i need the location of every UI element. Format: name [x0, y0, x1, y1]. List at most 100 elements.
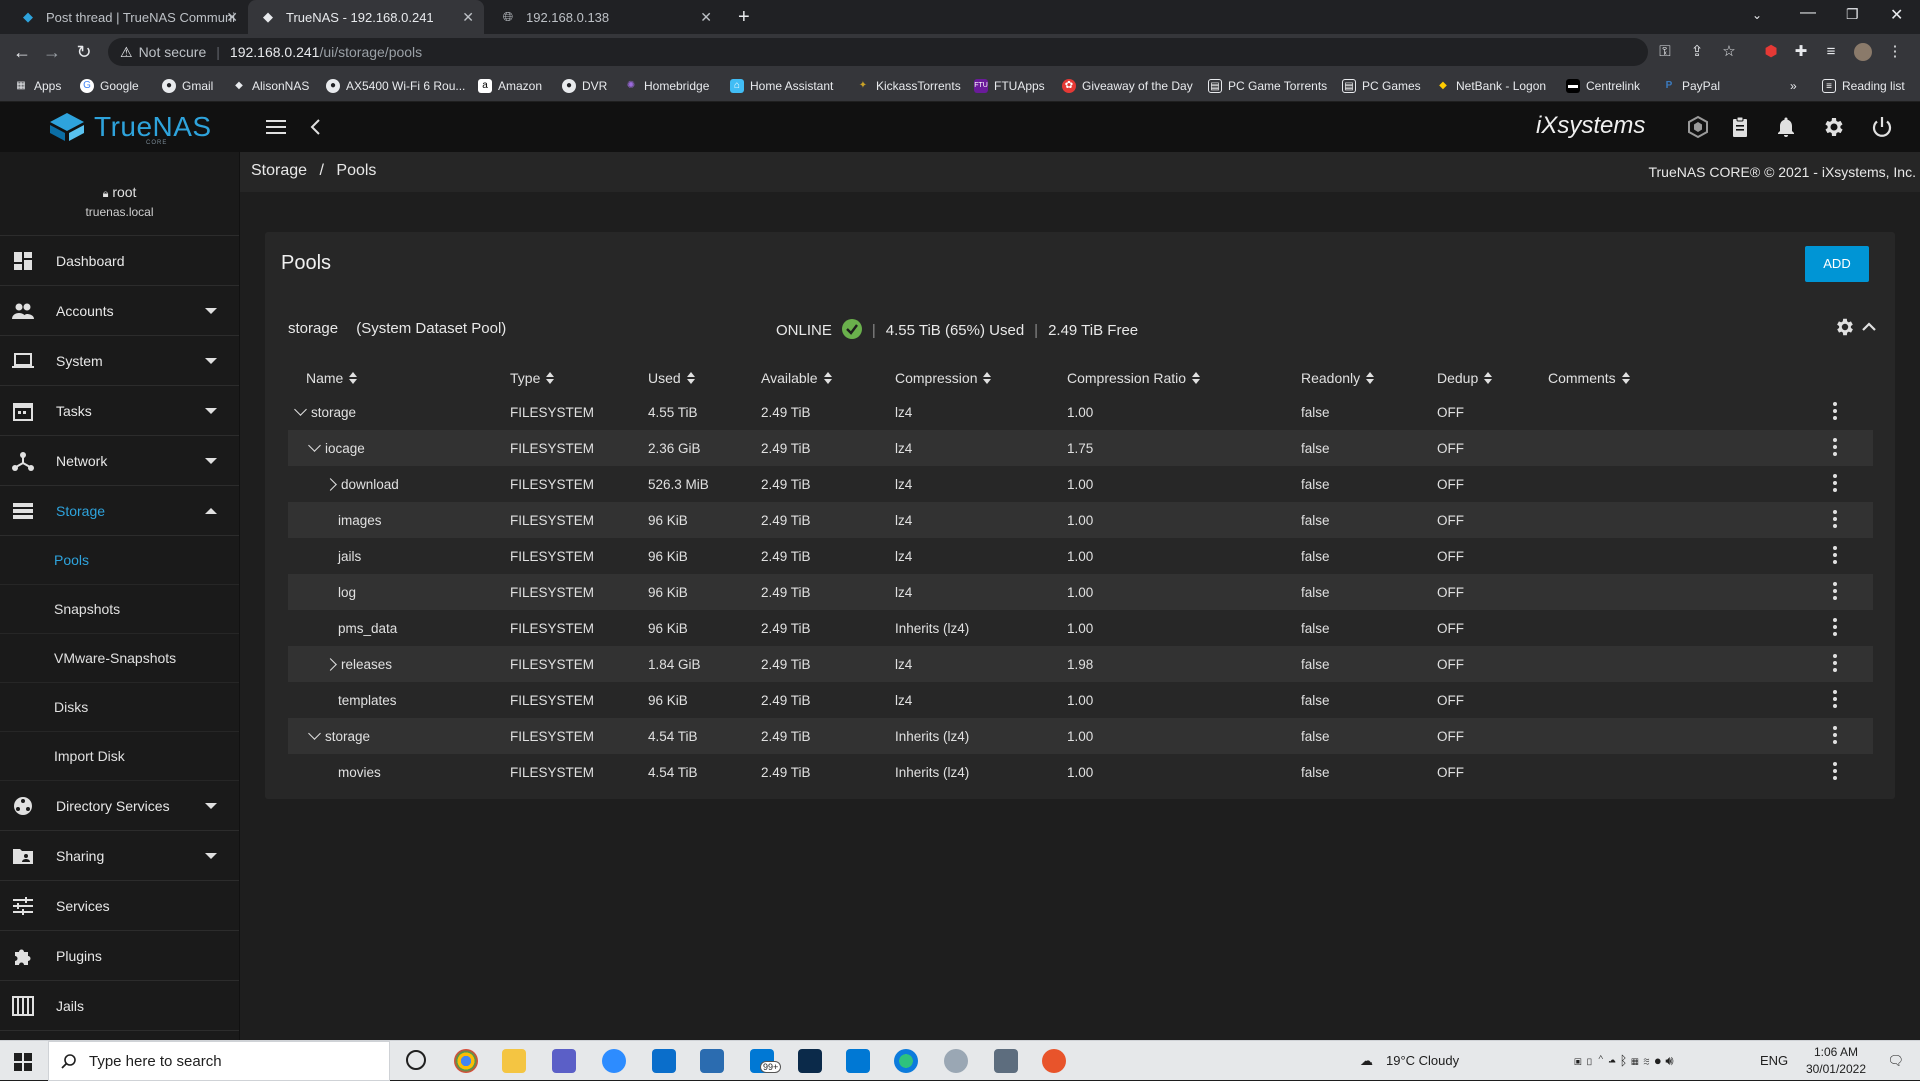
- column-header-used[interactable]: Used: [648, 370, 697, 386]
- taskbar-search-box[interactable]: Type here to search: [48, 1041, 390, 1081]
- row-actions-menu-icon[interactable]: [1833, 690, 1837, 708]
- settings-app-icon[interactable]: [944, 1049, 968, 1073]
- chrome-taskbar-icon[interactable]: [454, 1049, 478, 1073]
- chevron-down-icon[interactable]: [308, 727, 321, 740]
- media-icon[interactable]: ≡: [1822, 43, 1840, 61]
- column-header-readonly[interactable]: Readonly: [1301, 370, 1376, 386]
- sidebar-item-storage[interactable]: Storage: [0, 486, 239, 536]
- collapse-sidebar-icon[interactable]: [304, 115, 328, 139]
- forward-icon[interactable]: →: [40, 40, 64, 64]
- close-tab-icon[interactable]: ✕: [226, 9, 238, 26]
- app-icon[interactable]: [798, 1049, 822, 1073]
- bookmark-router[interactable]: ● AX5400 Wi-Fi 6 Rou...: [326, 77, 465, 95]
- store-icon[interactable]: [846, 1049, 870, 1073]
- sidebar-item-jails[interactable]: Jails: [0, 981, 239, 1031]
- bookmark-centrelink[interactable]: ▬ Centrelink: [1566, 77, 1640, 95]
- sidebar-item-system[interactable]: System: [0, 336, 239, 386]
- column-header-compression[interactable]: Compression: [895, 370, 993, 386]
- teams-icon[interactable]: [552, 1049, 576, 1073]
- row-actions-menu-icon[interactable]: [1833, 582, 1837, 600]
- chevron-right-icon[interactable]: [324, 658, 337, 671]
- file-explorer-icon[interactable]: [502, 1049, 526, 1073]
- add-pool-button[interactable]: ADD: [1805, 246, 1869, 282]
- restore-icon[interactable]: ❐: [1846, 6, 1859, 23]
- bookmark-alisonnas[interactable]: ◆ AlisonNAS: [232, 77, 309, 95]
- extensions-icon[interactable]: ✚: [1792, 43, 1810, 61]
- table-row[interactable]: storage FILESYSTEM 4.54 TiB 2.49 TiB Inherit…: [288, 718, 1873, 754]
- table-row[interactable]: download FILESYSTEM 526.3 MiB 2.49 TiB lz4 1.…: [288, 466, 1873, 502]
- key-icon[interactable]: ⚿: [1656, 43, 1674, 61]
- table-row[interactable]: releases FILESYSTEM 1.84 GiB 2.49 TiB lz4 1.9…: [288, 646, 1873, 682]
- column-header-compression-ratio[interactable]: Compression Ratio: [1067, 370, 1202, 386]
- table-row[interactable]: templates FILESYSTEM 96 KiB 2.49 TiB lz4 1.00…: [288, 682, 1873, 718]
- row-actions-menu-icon[interactable]: [1833, 402, 1837, 420]
- table-row[interactable]: pms_data FILESYSTEM 96 KiB 2.49 TiB Inherits…: [288, 610, 1873, 646]
- clipboard-tasks-icon[interactable]: [1728, 115, 1752, 139]
- app-icon[interactable]: [994, 1049, 1018, 1073]
- sidebar-item-plugins[interactable]: Plugins: [0, 931, 239, 981]
- browser-tab-forum[interactable]: ◆ Post thread | TrueNAS Communi ✕: [8, 0, 248, 34]
- close-tab-icon[interactable]: ✕: [700, 9, 712, 26]
- sidebar-item-network[interactable]: Network: [0, 436, 239, 486]
- browser-tab-138[interactable]: 🌐︎ 192.168.0.138 ✕: [488, 0, 722, 34]
- language-indicator[interactable]: ENG: [1760, 1053, 1788, 1068]
- calendar-app-icon[interactable]: [700, 1049, 724, 1073]
- table-row[interactable]: images FILESYSTEM 96 KiB 2.49 TiB lz4 1.00 fal…: [288, 502, 1873, 538]
- sidebar-subitem-import-disk[interactable]: Import Disk: [0, 732, 239, 781]
- power-icon[interactable]: [1870, 115, 1894, 139]
- tab-search-icon[interactable]: ⌄: [1752, 8, 1762, 22]
- notifications-icon[interactable]: 🗨︎: [1887, 1053, 1904, 1069]
- sidebar-item-directory-services[interactable]: Directory Services: [0, 781, 239, 831]
- close-tab-icon[interactable]: ✕: [462, 9, 474, 26]
- sidebar-item-sharing[interactable]: Sharing: [0, 831, 239, 881]
- sidebar-item-accounts[interactable]: Accounts: [0, 286, 239, 336]
- app-icon[interactable]: [652, 1049, 676, 1073]
- bookmark-dvr[interactable]: ● DVR: [562, 77, 607, 95]
- bookmark-gmail[interactable]: ● Gmail: [162, 77, 213, 95]
- address-bar[interactable]: ⚠ Not secure | 192.168.0.241/ui/storage/…: [108, 38, 1648, 66]
- pool-settings-gear-icon[interactable]: [1834, 316, 1856, 338]
- table-row[interactable]: iocage FILESYSTEM 2.36 GiB 2.49 TiB lz4 1.75 f…: [288, 430, 1873, 466]
- settings-gear-icon[interactable]: [1822, 115, 1846, 139]
- edge-icon[interactable]: [894, 1049, 918, 1073]
- bookmark-netbank[interactable]: ◆ NetBank - Logon: [1436, 77, 1546, 95]
- row-actions-menu-icon[interactable]: [1833, 474, 1837, 492]
- bookmark-pc-games[interactable]: ▤ PC Games: [1342, 77, 1421, 95]
- tray-icons[interactable]: ▣ ▯ ⌃ ☁ ᛒ ▦ ≋ ● 🔊︎: [1574, 1053, 1674, 1069]
- truenas-logo[interactable]: TrueNAS CORE: [48, 111, 212, 146]
- row-actions-menu-icon[interactable]: [1833, 726, 1837, 744]
- row-actions-menu-icon[interactable]: [1833, 618, 1837, 636]
- windows-start-icon[interactable]: [14, 1053, 32, 1071]
- bookmark-home-assistant[interactable]: ⌂ Home Assistant: [730, 77, 833, 95]
- reading-list[interactable]: ≡ Reading list: [1822, 77, 1905, 95]
- bookmark-kickass[interactable]: ✦ KickassTorrents: [856, 77, 961, 95]
- weather-text[interactable]: 19°C Cloudy: [1386, 1053, 1459, 1068]
- table-row[interactable]: jails FILESYSTEM 96 KiB 2.49 TiB lz4 1.00 fals…: [288, 538, 1873, 574]
- ublock-icon[interactable]: ⬢: [1762, 43, 1780, 61]
- bookmark-apps[interactable]: ▦ Apps: [14, 77, 61, 95]
- new-tab-icon[interactable]: +: [738, 6, 750, 29]
- breadcrumb-storage-link[interactable]: Storage: [251, 162, 307, 179]
- row-actions-menu-icon[interactable]: [1833, 510, 1837, 528]
- sidebar-item-dashboard[interactable]: Dashboard: [0, 236, 239, 286]
- back-icon[interactable]: ←: [10, 40, 34, 64]
- bookmark-homebridge[interactable]: ✺ Homebridge: [624, 77, 710, 95]
- hamburger-menu-icon[interactable]: [264, 115, 288, 139]
- zoom-icon[interactable]: [602, 1049, 626, 1073]
- cortana-icon[interactable]: [406, 1050, 426, 1070]
- close-window-icon[interactable]: ✕: [1890, 5, 1903, 25]
- bookmark-pc-game-torrents[interactable]: ▤ PC Game Torrents: [1208, 77, 1327, 95]
- bookmark-giveaway[interactable]: ✿ Giveaway of the Day: [1062, 77, 1193, 95]
- bookmark-google[interactable]: G Google: [80, 77, 139, 95]
- bookmark-ftuapps[interactable]: FTU FTUApps: [974, 77, 1045, 95]
- bookmark-amazon[interactable]: a Amazon: [478, 77, 542, 95]
- table-row[interactable]: log FILESYSTEM 96 KiB 2.49 TiB lz4 1.00 false O…: [288, 574, 1873, 610]
- profile-avatar[interactable]: [1854, 43, 1872, 61]
- app-icon[interactable]: [1042, 1049, 1066, 1073]
- row-actions-menu-icon[interactable]: [1833, 438, 1837, 456]
- sidebar-subitem-vmware-snapshots[interactable]: VMware-Snapshots: [0, 634, 239, 683]
- column-header-dedup[interactable]: Dedup: [1437, 370, 1494, 386]
- table-row[interactable]: storage FILESYSTEM 4.55 TiB 2.49 TiB lz4 1.00…: [288, 394, 1873, 430]
- bookmark-paypal[interactable]: P PayPal: [1662, 77, 1720, 95]
- share-icon[interactable]: ⇪: [1688, 43, 1706, 61]
